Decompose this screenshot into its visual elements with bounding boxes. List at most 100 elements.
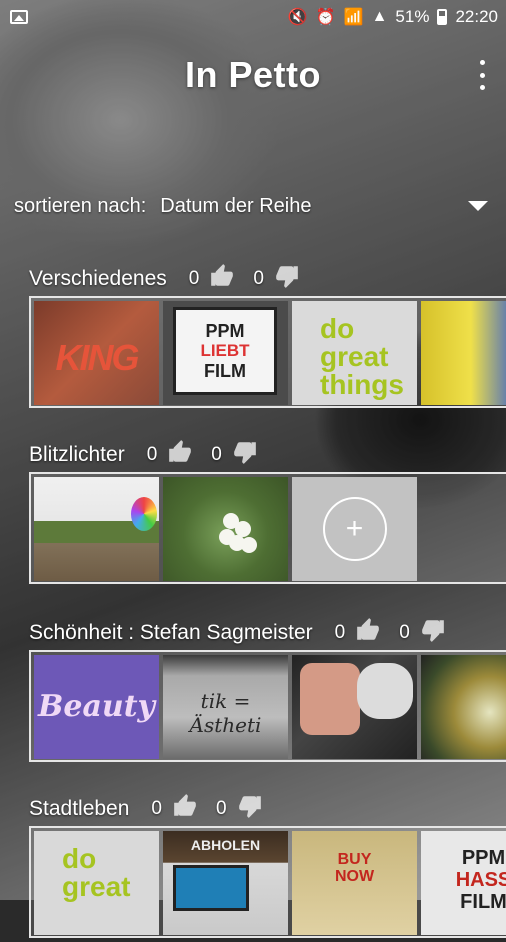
- like-control[interactable]: 0: [151, 793, 198, 825]
- dislike-count: 0: [399, 622, 410, 643]
- like-count: 0: [146, 444, 158, 465]
- like-count: 0: [151, 798, 162, 819]
- image-text-line: NOW: [334, 868, 375, 885]
- gallery-icon: [10, 10, 28, 24]
- image-thumbnail[interactable]: ABHOLEN: [163, 831, 288, 935]
- battery-icon: [437, 9, 448, 25]
- image-text: PPM HASS FILM: [421, 847, 506, 913]
- series-section: Stadtleben 0 0 do great ABHOLEN BUY NOW PP…: [0, 792, 506, 942]
- dislike-count: 0: [211, 444, 222, 465]
- sort-dropdown[interactable]: sortieren nach: Datum der Reihe: [14, 190, 492, 222]
- thumbs-down-icon[interactable]: [274, 263, 300, 295]
- image-text: do great: [62, 845, 130, 901]
- add-icon[interactable]: +: [322, 497, 387, 561]
- mute-icon: 🔇: [287, 9, 308, 26]
- image-text: Beauty: [38, 689, 155, 724]
- image-text-line: FILM: [460, 891, 506, 913]
- dislike-control[interactable]: 0: [211, 439, 258, 471]
- image-thumbnail[interactable]: BUY NOW: [292, 831, 417, 935]
- signal-icon: ▲: [371, 8, 388, 25]
- flower-petal: [241, 537, 257, 553]
- image-strip[interactable]: KING PPM LIEBT FILM do great things: [29, 296, 506, 408]
- image-thumbnail[interactable]: do great: [34, 831, 159, 935]
- image-thumbnail[interactable]: [292, 655, 417, 759]
- app-title: In Petto: [185, 54, 321, 95]
- thumbs-up-icon[interactable]: [355, 617, 381, 649]
- thumbs-up-icon[interactable]: [167, 439, 193, 471]
- image-thumbnail[interactable]: do great things: [292, 301, 417, 405]
- series-section: Schönheit : Stefan Sagmeister 0 0 Beauty…: [0, 616, 506, 766]
- dropdown-arrow-icon[interactable]: [468, 201, 488, 211]
- image-thumbnail[interactable]: KING: [34, 301, 159, 405]
- image-thumbnail[interactable]: [34, 477, 159, 581]
- image-text-line: great: [62, 871, 131, 902]
- overflow-menu-icon[interactable]: [472, 60, 492, 90]
- like-count: 0: [188, 268, 200, 289]
- image-strip[interactable]: +: [29, 472, 506, 584]
- screen-photo: [173, 865, 249, 911]
- image-text: ABHOLEN: [190, 837, 261, 853]
- image-text-line: great: [320, 341, 389, 372]
- series-title[interactable]: Stadtleben: [29, 797, 129, 821]
- image-text: KING: [55, 337, 140, 378]
- dislike-control[interactable]: 0: [216, 793, 263, 825]
- thumbs-down-icon[interactable]: [232, 439, 258, 471]
- dislike-count: 0: [253, 268, 264, 289]
- series-header: Stadtleben 0 0: [0, 792, 506, 826]
- image-text-line: do: [320, 313, 355, 344]
- image-text-line: HASS: [455, 869, 506, 891]
- dislike-control[interactable]: 0: [399, 617, 446, 649]
- wifi-icon: 📶: [343, 9, 364, 26]
- image-text: tik = Ästheti: [189, 689, 262, 737]
- image-strip[interactable]: Beauty tik = Ästheti: [29, 650, 506, 762]
- like-control[interactable]: 0: [335, 617, 382, 649]
- thumbs-down-icon[interactable]: [420, 617, 446, 649]
- image-thumbnail[interactable]: [163, 477, 288, 581]
- sort-value[interactable]: Datum der Reihe: [160, 195, 468, 218]
- series-title[interactable]: Blitzlichter: [29, 443, 125, 467]
- image-text: FILM: [204, 361, 246, 381]
- colorful-ball: [131, 497, 157, 531]
- series-section: Verschiedenes 0 0 KING PPM LIEBT FILM do…: [0, 262, 506, 412]
- like-control[interactable]: 0: [189, 263, 236, 295]
- image-thumbnail[interactable]: [421, 655, 506, 759]
- image-text-line: BUY: [337, 851, 372, 868]
- clock: 22:20: [455, 7, 498, 26]
- image-thumbnail[interactable]: tik = Ästheti: [163, 655, 288, 759]
- image-strip[interactable]: do great ABHOLEN BUY NOW PPM HASS FILM: [29, 826, 506, 938]
- series-header: Schönheit : Stefan Sagmeister 0 0: [0, 616, 506, 650]
- add-image-tile[interactable]: +: [292, 477, 417, 581]
- status-bar: 🔇 ⏰ 📶 ▲ 51% 22:20: [0, 0, 506, 34]
- thumbs-down-icon[interactable]: [237, 793, 263, 825]
- image-thumbnail[interactable]: PPM HASS FILM: [421, 831, 506, 935]
- sign-card: PPM LIEBT FILM: [173, 307, 277, 395]
- like-control[interactable]: 0: [147, 439, 194, 471]
- app-bar: In Petto: [0, 40, 506, 110]
- sort-label: sortieren nach:: [14, 194, 147, 217]
- image-text: do great things: [320, 315, 404, 399]
- series-section: Blitzlichter 0 0 +: [0, 438, 506, 588]
- dislike-count: 0: [216, 798, 227, 819]
- image-text: LIEBT: [200, 341, 250, 360]
- face-cloud: [357, 663, 413, 719]
- face-photo: [300, 663, 360, 735]
- thumbs-up-icon[interactable]: [172, 793, 198, 825]
- image-thumbnail[interactable]: [421, 301, 506, 405]
- image-text-line: things: [320, 369, 404, 400]
- series-title[interactable]: Schönheit : Stefan Sagmeister: [29, 621, 313, 645]
- image-thumbnail[interactable]: Beauty: [34, 655, 159, 759]
- alarm-icon: ⏰: [315, 9, 336, 26]
- series-title[interactable]: Verschiedenes: [29, 267, 167, 291]
- battery-percent: 51%: [395, 7, 430, 26]
- image-thumbnail[interactable]: PPM LIEBT FILM: [163, 301, 288, 405]
- series-header: Blitzlichter 0 0: [0, 438, 506, 472]
- status-icons: 🔇 ⏰ 📶 ▲ 51% 22:20: [288, 7, 498, 27]
- image-text-line: PPM: [461, 847, 506, 869]
- image-text: PPM: [205, 321, 245, 341]
- thumbs-up-icon[interactable]: [209, 263, 235, 295]
- image-text: BUY NOW: [292, 851, 417, 885]
- like-count: 0: [334, 622, 346, 643]
- dislike-control[interactable]: 0: [253, 263, 300, 295]
- series-header: Verschiedenes 0 0: [0, 262, 506, 296]
- image-text-line: do: [62, 843, 97, 874]
